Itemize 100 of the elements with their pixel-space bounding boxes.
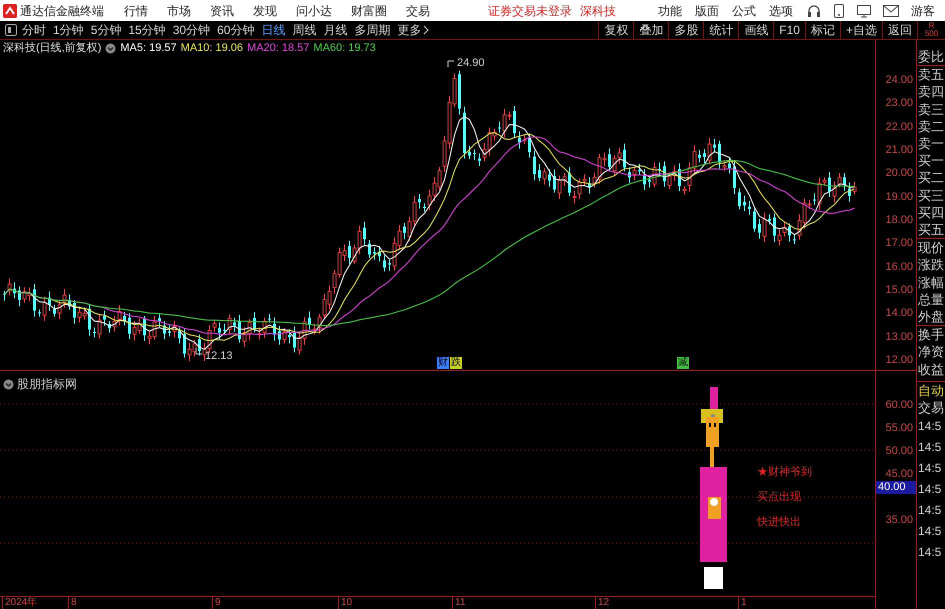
price-axis-label: 13.00 bbox=[885, 330, 913, 345]
quote-label: 卖二 bbox=[917, 118, 945, 136]
menu-item[interactable]: 市场 bbox=[167, 2, 191, 20]
quote-label: 收益 bbox=[917, 360, 945, 378]
low-price-label: 12.13 bbox=[205, 349, 233, 364]
indicator-axis-label: 55.00 bbox=[885, 421, 913, 436]
toolbar-button[interactable]: 返回 bbox=[882, 21, 917, 39]
price-axis-label: 24.00 bbox=[885, 73, 913, 88]
menu-item[interactable]: 功能 bbox=[658, 2, 682, 20]
price-axis-label: 17.00 bbox=[885, 236, 913, 252]
quote-label: 涨幅 bbox=[917, 274, 945, 291]
toolbar-button[interactable]: 统计 bbox=[703, 21, 738, 39]
menu-item[interactable]: 选项 bbox=[769, 2, 793, 20]
time-axis-label: 10 bbox=[338, 597, 352, 609]
corner-label: 500 bbox=[924, 30, 938, 38]
indicator-axis-label: 60.00 bbox=[885, 398, 913, 413]
quote-label: 买三 bbox=[917, 186, 945, 204]
period-tab[interactable]: 1分钟 bbox=[53, 21, 84, 39]
period-tab[interactable]: 分时 bbox=[22, 21, 46, 39]
price-axis-label: 21.00 bbox=[885, 143, 913, 158]
quote-label: 涨跌 bbox=[917, 256, 945, 274]
ma-legend: MA20: 18.57 bbox=[247, 40, 310, 57]
quote-label: 外盘 bbox=[917, 308, 945, 326]
quote-label: 买五 bbox=[917, 221, 945, 240]
quote-label: 买二 bbox=[917, 169, 945, 187]
chart-title: 深科技(日线,前复权) bbox=[3, 41, 102, 56]
quote-label: 卖五 bbox=[917, 66, 945, 84]
price-axis-label: 22.00 bbox=[885, 120, 913, 135]
user-label[interactable]: 游客 bbox=[911, 2, 935, 20]
menu-item[interactable]: 财富圈 bbox=[351, 2, 387, 20]
corner-label: R bbox=[928, 22, 934, 30]
price-axis-label: 20.00 bbox=[885, 166, 913, 182]
quote-label: 卖三 bbox=[917, 100, 945, 118]
menu-item[interactable]: 发现 bbox=[253, 2, 277, 20]
period-tab[interactable]: 15分钟 bbox=[128, 21, 166, 39]
price-axis-label: 16.00 bbox=[885, 260, 913, 275]
section-label: 交易 bbox=[917, 399, 945, 416]
time-axis-label: 12 bbox=[595, 597, 610, 609]
indicator-axis-label: 35.00 bbox=[885, 513, 913, 528]
trade-time: 14:5 bbox=[917, 544, 942, 562]
price-axis-label: 23.00 bbox=[885, 96, 913, 112]
trade-time: 14:5 bbox=[917, 502, 942, 520]
trade-time: 14:5 bbox=[917, 481, 942, 498]
toolbar-button[interactable]: 复权 bbox=[598, 21, 634, 39]
price-axis-label: 19.00 bbox=[885, 190, 913, 205]
signal-tag: 减 bbox=[677, 357, 689, 369]
price-axis-label: 14.00 bbox=[885, 306, 913, 322]
quote-label: 卖一 bbox=[917, 135, 945, 152]
period-tab[interactable]: 多周期 bbox=[354, 21, 390, 39]
cursor-value-label: 40.00 bbox=[876, 481, 916, 494]
quote-label: 净资 bbox=[917, 343, 945, 361]
ma-legend: MA10: 19.06 bbox=[180, 40, 244, 57]
quote-label: 换手 bbox=[917, 326, 945, 344]
mode-label[interactable]: 自动 bbox=[917, 380, 945, 400]
quote-label: 总量 bbox=[917, 290, 945, 308]
indicator-title: 股朋指标网 bbox=[17, 376, 77, 393]
quote-label: 委比 bbox=[917, 48, 945, 66]
menu-item[interactable]: 行情 bbox=[124, 2, 148, 20]
toolbar-button[interactable]: 叠加 bbox=[633, 21, 668, 39]
signal-tag: 财 bbox=[437, 357, 449, 369]
menu-item[interactable]: 版面 bbox=[695, 2, 719, 20]
trade-time: 14:5 bbox=[917, 439, 942, 456]
quote-label: 买四 bbox=[917, 204, 945, 222]
app-title: 通达信金融终端 bbox=[20, 2, 104, 20]
ma-legend: MA60: 19.73 bbox=[313, 40, 376, 57]
toolbar-button[interactable]: 标记 bbox=[804, 21, 840, 39]
signal-text: 快进快出 bbox=[757, 515, 801, 530]
toolbar-button[interactable]: F10 bbox=[773, 21, 805, 39]
trade-time: 14:5 bbox=[917, 460, 942, 478]
more-button[interactable]: 更多 bbox=[397, 21, 430, 39]
menu-item[interactable]: 资讯 bbox=[210, 2, 234, 20]
period-tab[interactable]: 月线 bbox=[323, 21, 348, 39]
trade-time: 14:5 bbox=[917, 418, 942, 436]
menu-item[interactable]: 交易 bbox=[406, 2, 430, 20]
period-tab[interactable]: 60分钟 bbox=[217, 21, 254, 39]
toolbar-button[interactable]: 画线 bbox=[738, 21, 774, 39]
stock-name[interactable]: 深科技 bbox=[580, 2, 616, 20]
price-axis-label: 18.00 bbox=[885, 213, 913, 228]
time-axis-label: 1 bbox=[738, 597, 747, 609]
indicator-axis-label: 45.00 bbox=[885, 467, 913, 482]
toolbar-button[interactable]: +自选 bbox=[840, 21, 882, 39]
high-price-label: 24.90 bbox=[457, 56, 485, 71]
menu-item[interactable]: 问小达 bbox=[296, 2, 332, 20]
signal-tag: 跌 bbox=[450, 357, 462, 369]
menu-item[interactable]: 公式 bbox=[732, 2, 756, 20]
period-tab[interactable]: 日线 bbox=[261, 21, 286, 39]
trade-time: 14:5 bbox=[917, 523, 942, 540]
period-tab[interactable]: 5分钟 bbox=[90, 21, 122, 39]
toolbar-button[interactable]: 多股 bbox=[668, 21, 704, 39]
signal-text: ★财神爷到 bbox=[757, 465, 812, 480]
period-tab[interactable]: 30分钟 bbox=[172, 21, 210, 39]
time-axis-label: 9 bbox=[212, 597, 221, 609]
quote-label: 卖四 bbox=[917, 83, 945, 101]
indicator-axis-label: 50.00 bbox=[885, 444, 913, 459]
period-tab[interactable]: 周线 bbox=[292, 21, 316, 39]
quote-label: 买一 bbox=[917, 152, 945, 170]
price-axis-label: 15.00 bbox=[885, 283, 913, 298]
time-axis-label: 11 bbox=[452, 597, 466, 609]
signal-text: 买点出现 bbox=[757, 490, 801, 505]
login-status: 证券交易未登录 bbox=[488, 2, 572, 20]
